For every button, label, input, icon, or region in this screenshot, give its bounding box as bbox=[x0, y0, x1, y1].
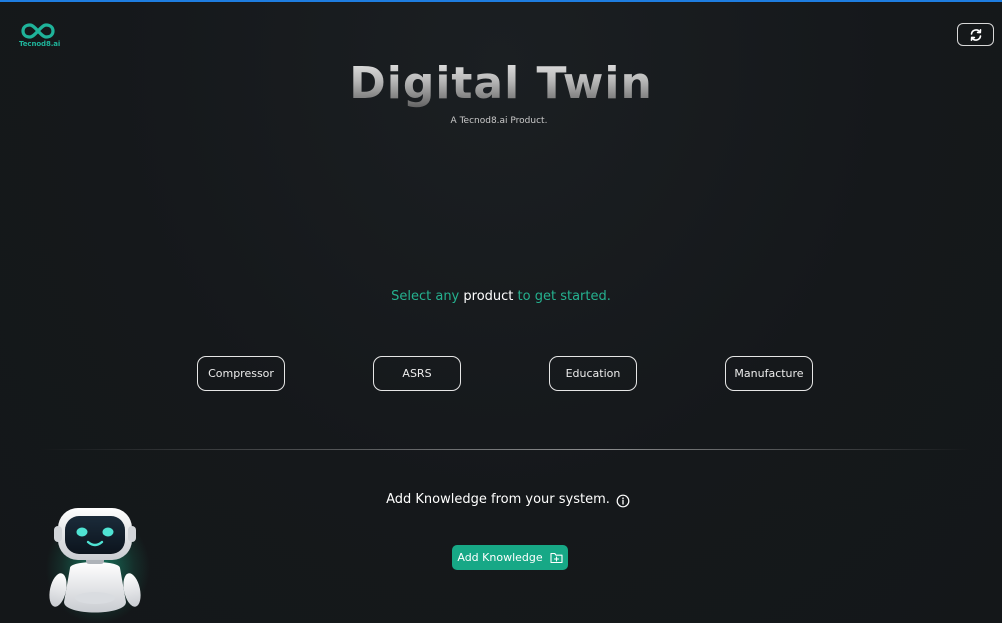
robot-icon bbox=[46, 508, 150, 623]
infinity-icon bbox=[21, 23, 55, 39]
logo-text: Tecnod8.ai bbox=[19, 40, 61, 48]
product-list: Compressor ASRS Education Manufacture bbox=[0, 356, 1002, 391]
knowledge-heading: Add Knowledge from your system. bbox=[386, 492, 610, 507]
page: Tecnod8.ai Digital Twin A Tecnod8.ai Pro… bbox=[0, 0, 1002, 623]
section-divider bbox=[40, 449, 970, 450]
add-knowledge-button[interactable]: Add Knowledge bbox=[452, 545, 568, 570]
prompt-text-emphasis: product bbox=[463, 289, 514, 304]
top-accent-bar bbox=[0, 0, 1002, 2]
info-icon[interactable] bbox=[616, 493, 630, 507]
page-title: Digital Twin bbox=[0, 58, 1002, 109]
product-button-asrs[interactable]: ASRS bbox=[373, 356, 461, 391]
brand-logo[interactable]: Tecnod8.ai bbox=[19, 22, 61, 50]
folder-plus-icon bbox=[550, 552, 563, 563]
prompt-text-before: Select any bbox=[391, 289, 460, 304]
product-button-education[interactable]: Education bbox=[549, 356, 637, 391]
product-button-compressor[interactable]: Compressor bbox=[197, 356, 285, 391]
add-knowledge-label: Add Knowledge bbox=[457, 551, 543, 564]
refresh-icon bbox=[970, 28, 981, 41]
prompt-text-after: to get started. bbox=[517, 289, 611, 304]
refresh-button[interactable] bbox=[957, 23, 994, 46]
select-product-prompt: Select any product to get started. bbox=[0, 289, 1002, 304]
assistant-robot[interactable] bbox=[40, 498, 152, 623]
page-subtitle: A Tecnod8.ai Product. bbox=[450, 116, 548, 126]
product-button-manufacture[interactable]: Manufacture bbox=[725, 356, 813, 391]
